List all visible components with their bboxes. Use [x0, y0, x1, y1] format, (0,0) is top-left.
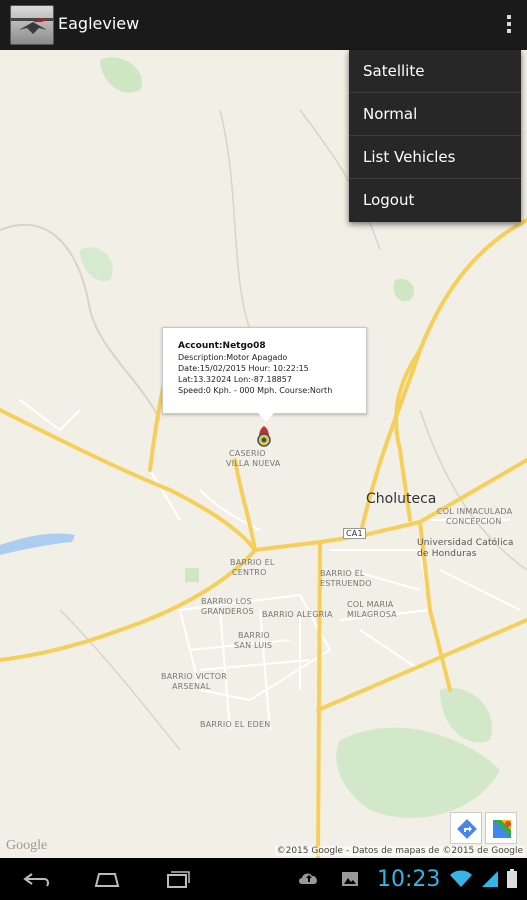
map-label: COL INMACULADA [437, 507, 513, 516]
map-label: CONCEPCION [446, 517, 502, 526]
map-label: BARRIO VICTOR [161, 672, 228, 681]
info-account: Account:Netgo08 [178, 341, 266, 351]
image-icon [342, 872, 358, 886]
google-maps-icon [493, 820, 511, 838]
menu-item-logout[interactable]: Logout [349, 179, 521, 222]
system-navigation-bar: 10:23 [0, 858, 527, 900]
open-google-maps-button[interactable] [485, 812, 517, 844]
menu-item-normal[interactable]: Normal [349, 93, 521, 136]
map-label: GRANDEROS [201, 607, 254, 616]
map-label: VILLA NUEVA [226, 459, 281, 468]
map-label: BARRIO EL [230, 558, 275, 567]
info-speed-course: Speed:0 Kph. - 000 Mph. Course:North [178, 386, 333, 395]
map-label: MILAGROSA [347, 610, 397, 619]
menu-item-list-vehicles[interactable]: List Vehicles [349, 136, 521, 179]
home-icon[interactable] [90, 866, 124, 892]
map-label: ESTRUENDO [320, 579, 372, 588]
google-logo: Google [6, 838, 48, 853]
app-title: Eagleview [58, 14, 140, 33]
recent-apps-icon[interactable] [162, 866, 192, 892]
map-label: de Honduras [417, 549, 477, 559]
map-label: BARRIO EL [320, 569, 365, 578]
action-bar: Eagleview [0, 0, 527, 50]
eagleview-logo-icon[interactable] [10, 5, 54, 45]
route-shield: CA1 [343, 528, 366, 539]
status-clock: 10:23 [377, 867, 441, 892]
directions-button[interactable] [450, 812, 482, 844]
vehicle-marker-icon [257, 426, 271, 447]
map-label: BARRIO [238, 631, 270, 640]
cell-signal-icon [482, 871, 498, 887]
map-label: BARRIO ALEGRIA [262, 610, 333, 619]
map-label: COL MARIA [347, 600, 394, 609]
overflow-menu-icon[interactable] [503, 12, 515, 38]
directions-icon [457, 819, 477, 839]
map-label: ARSENAL [172, 682, 211, 691]
info-description: Description:Motor Apagado [178, 353, 288, 362]
map-label: CASERIO [229, 449, 266, 458]
city-label: Choluteca [366, 491, 437, 507]
battery-icon [507, 869, 517, 888]
wifi-icon [450, 870, 472, 887]
vehicle-info-window[interactable]: Account:Netgo08 Description:Motor Apagad… [162, 327, 367, 422]
map-copyright[interactable]: ©2015 Google - Datos de mapas de ©2015 d… [274, 846, 525, 856]
map-label: CENTRO [232, 568, 267, 577]
map-label: Universidad Católica [417, 538, 514, 548]
info-date-time: Date:15/02/2015 Hour: 10:22:15 [178, 364, 309, 373]
info-lat-lon: Lat:13.32024 Lon:-87.18857 [178, 375, 292, 384]
overflow-menu: Satellite Normal List Vehicles Logout [349, 50, 521, 222]
cloud-upload-icon [299, 873, 317, 884]
menu-item-satellite[interactable]: Satellite [349, 50, 521, 93]
map-label: BARRIO EL EDEN [200, 720, 271, 729]
map-label: SAN LUIS [234, 641, 273, 650]
back-icon[interactable] [22, 866, 52, 892]
map-label: BARRIO LOS [201, 597, 252, 606]
